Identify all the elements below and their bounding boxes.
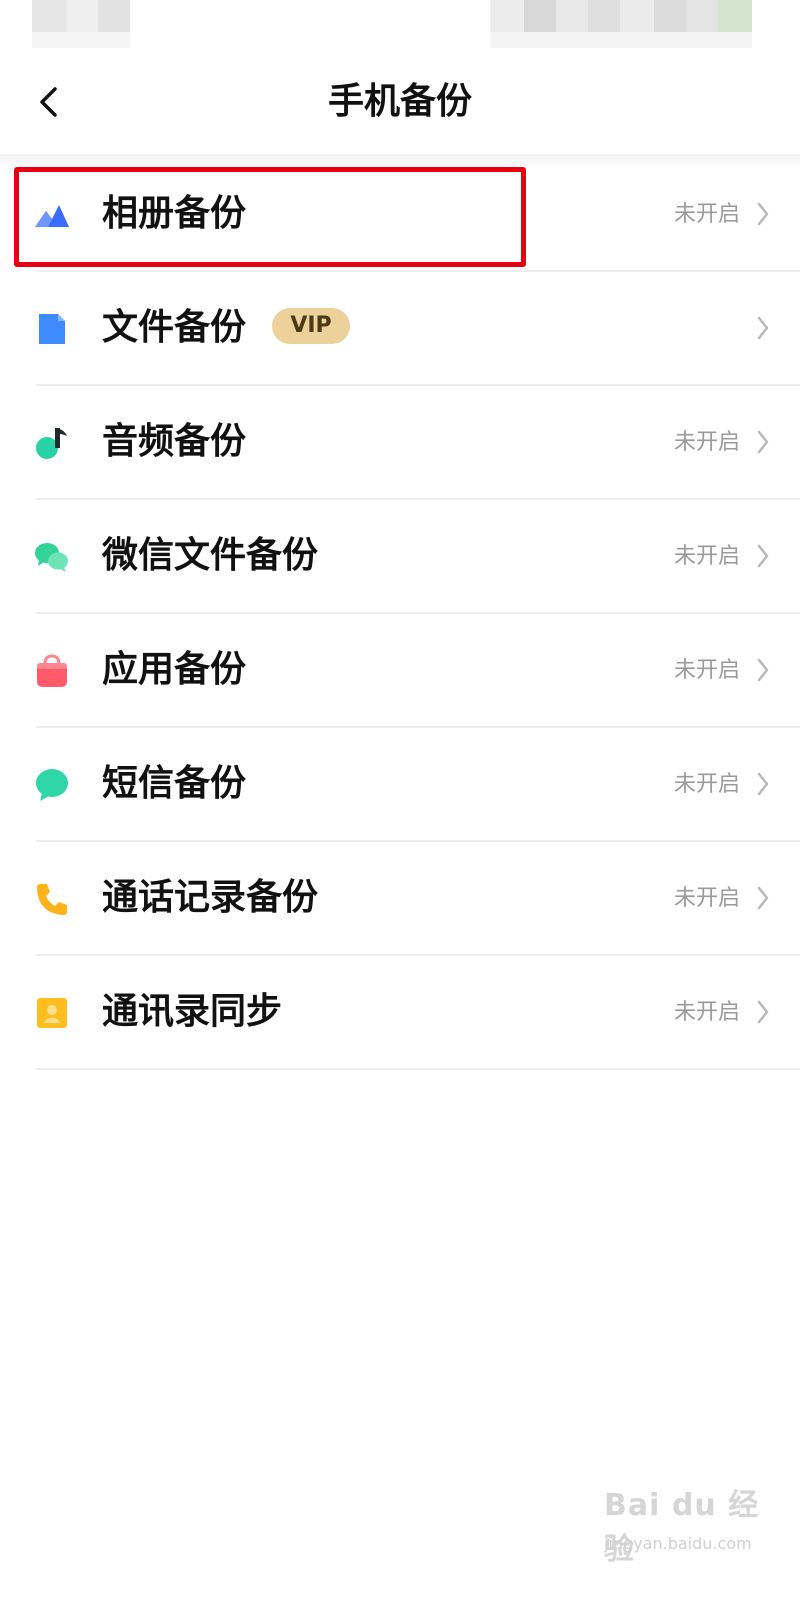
status-bar: [0, 0, 800, 50]
status-pixel: [588, 0, 620, 32]
row-label: 音频备份: [102, 421, 247, 462]
audio-backup-row[interactable]: 音频备份 未开启: [0, 386, 800, 500]
status-pixel: [490, 32, 752, 48]
chevron-right-icon: [757, 544, 769, 568]
watermark-logo: Bai du 经验: [604, 1488, 760, 1567]
phone-icon: [37, 884, 67, 915]
row-label: 微信文件备份: [102, 535, 319, 576]
status-pixel: [32, 0, 66, 32]
wechat-icon: [35, 543, 68, 572]
contact-card-icon: [37, 998, 67, 1028]
chevron-right-icon: [757, 430, 769, 454]
backup-list: 相册备份 未开启 文件备份 VIP 音频备份 未开启 微信文件备份 未开启 应用…: [0, 158, 800, 1070]
row-label: 通话记录备份: [102, 877, 319, 918]
chevron-right-icon: [757, 658, 769, 682]
album-backup-row[interactable]: 相册备份 未开启: [0, 158, 800, 272]
chevron-right-icon: [757, 886, 769, 910]
file-icon: [39, 314, 65, 344]
page-title: 手机备份: [327, 81, 472, 122]
status-pixel: [556, 0, 588, 32]
status-text: 未开启: [673, 202, 740, 227]
status-text: 未开启: [673, 544, 740, 569]
status-pixel: [718, 0, 752, 32]
status-text: 未开启: [673, 1000, 740, 1025]
sms-backup-row[interactable]: 短信备份 未开启: [0, 728, 800, 842]
row-label: 短信备份: [102, 763, 247, 804]
status-pixel: [32, 32, 130, 48]
shopping-bag-icon: [37, 654, 67, 687]
vip-badge: VIP: [272, 308, 350, 344]
call-log-backup-row[interactable]: 通话记录备份 未开启: [0, 842, 800, 956]
row-divider: [36, 1068, 800, 1070]
status-pixel: [620, 0, 654, 32]
status-text: 未开启: [673, 886, 740, 911]
status-pixel: [686, 0, 718, 32]
status-pixel: [490, 0, 524, 32]
chevron-right-icon: [757, 1000, 769, 1024]
album-icon: [35, 205, 69, 227]
status-text: 未开启: [673, 772, 740, 797]
app-backup-row[interactable]: 应用备份 未开启: [0, 614, 800, 728]
watermark-url: jingyan.baidu.com: [604, 1534, 752, 1553]
chevron-right-icon: [757, 772, 769, 796]
status-text: 未开启: [673, 658, 740, 683]
status-pixel: [524, 0, 556, 32]
status-text: 未开启: [673, 430, 740, 455]
status-pixel: [98, 0, 130, 32]
music-note-icon: [36, 428, 67, 459]
row-label: 相册备份: [102, 193, 247, 234]
status-pixel: [66, 0, 98, 32]
message-bubble-icon: [36, 769, 68, 801]
chevron-right-icon: [757, 316, 769, 340]
status-pixel: [654, 0, 686, 32]
row-label: 通讯录同步: [102, 991, 283, 1032]
file-backup-row[interactable]: 文件备份 VIP: [0, 272, 800, 386]
row-label: 应用备份: [102, 649, 247, 690]
row-label: 文件备份: [102, 307, 247, 348]
contacts-sync-row[interactable]: 通讯录同步 未开启: [0, 956, 800, 1070]
wechat-backup-row[interactable]: 微信文件备份 未开启: [0, 500, 800, 614]
chevron-right-icon: [757, 202, 769, 226]
top-bar: 手机备份: [0, 50, 800, 154]
watermark: Bai du 经验 jingyan.baidu.com: [604, 1480, 774, 1567]
